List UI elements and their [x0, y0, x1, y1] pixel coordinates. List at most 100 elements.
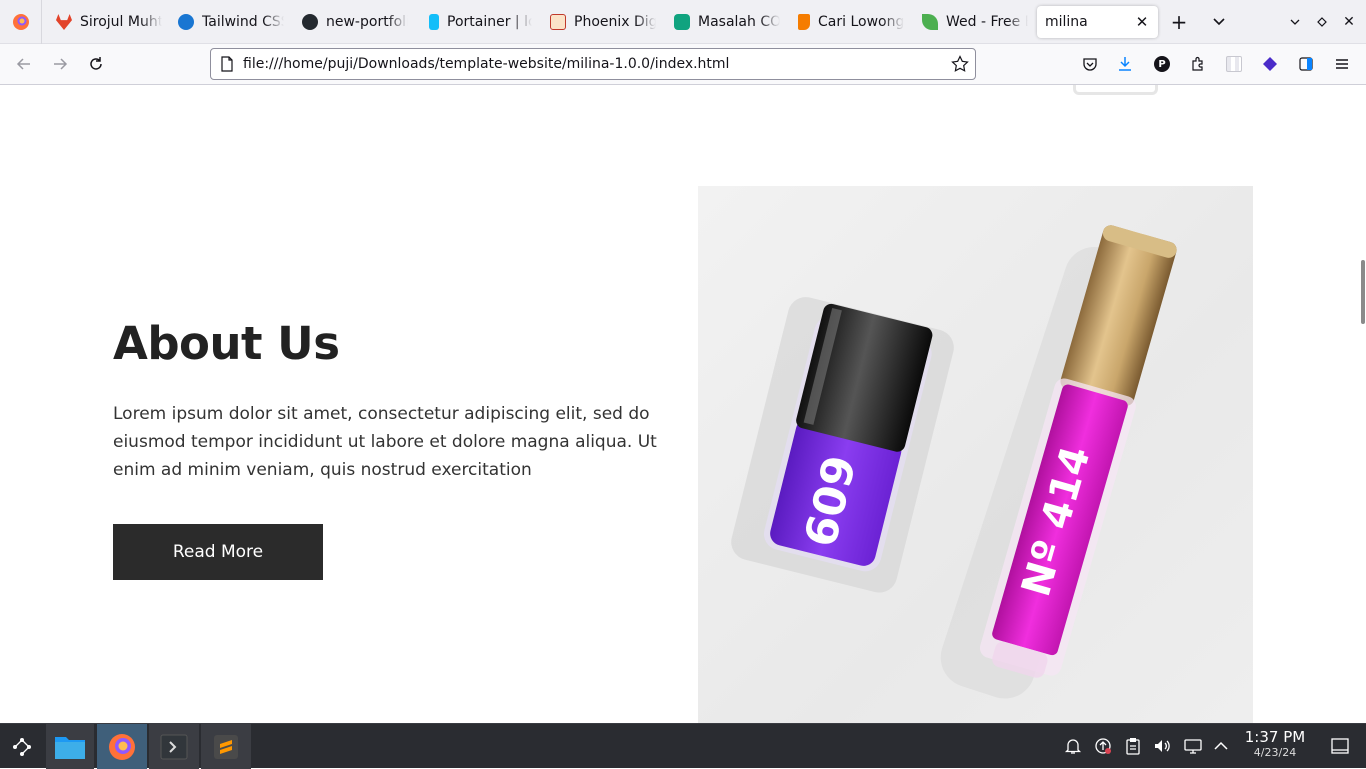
chatgpt-icon [674, 14, 690, 30]
scrollbar-thumb[interactable] [1361, 260, 1365, 324]
firefox-icon [109, 733, 135, 760]
extension-grid-button[interactable] [1222, 52, 1246, 76]
clipboard-tray[interactable] [1123, 736, 1143, 756]
tab-title: Cari Lowonga [818, 14, 904, 30]
navigation-bar: file:///home/puji/Downloads/template-web… [0, 44, 1366, 85]
back-arrow-icon [16, 58, 30, 70]
maximize-button[interactable] [1310, 10, 1334, 34]
pocket-button[interactable] [1078, 52, 1102, 76]
network-wired-icon [1184, 739, 1202, 754]
extensions-button[interactable] [1186, 52, 1210, 76]
show-desktop-button[interactable] [1330, 736, 1350, 756]
address-bar[interactable]: file:///home/puji/Downloads/template-web… [210, 48, 976, 80]
forward-arrow-icon [54, 58, 68, 70]
terminal-icon [160, 734, 188, 759]
browser-tab[interactable]: Phoenix Digit [542, 6, 656, 38]
minimize-icon [1290, 19, 1300, 25]
github-icon [302, 14, 318, 30]
page-viewport: About Us Lorem ipsum dolor sit amet, con… [0, 85, 1366, 723]
bell-icon [1064, 739, 1082, 754]
pocket-icon [1083, 58, 1097, 71]
browser-tab[interactable]: Tailwind CSS [170, 6, 284, 38]
browser-tab[interactable]: Masalah COR [666, 6, 780, 38]
update-icon [1095, 738, 1111, 754]
cosmetics-photo: 609 Nº 414 [731, 225, 1177, 699]
puzzle-icon [1192, 56, 1203, 71]
header-element-edge [1073, 85, 1158, 95]
profile-extension-button[interactable]: P [1150, 52, 1174, 76]
about-description: Lorem ipsum dolor sit amet, consectetur … [113, 404, 657, 480]
volume-icon [1155, 740, 1170, 752]
tab-bar: Sirojul Muhtar Tailwind CSS new-portfoli… [0, 0, 1366, 44]
updates-tray[interactable] [1093, 736, 1113, 756]
tab-title: milina [1045, 14, 1088, 30]
tab-title: new-portfolio [326, 14, 408, 30]
bookmark-star-icon[interactable] [951, 55, 969, 73]
folder-icon [55, 736, 85, 759]
maximize-icon [1317, 17, 1327, 27]
about-image: 609 Nº 414 [698, 186, 1253, 723]
download-icon [1119, 57, 1131, 71]
clipboard-icon [1126, 738, 1140, 755]
chevron-up-icon [1214, 741, 1228, 750]
forward-button[interactable] [48, 52, 72, 76]
sidebar-button[interactable] [1294, 52, 1318, 76]
plus-icon: + [1170, 10, 1188, 34]
clock-date: 4/23/24 [1253, 746, 1297, 759]
diamond-icon [1263, 57, 1277, 71]
extension-diamond-button[interactable] [1258, 52, 1282, 76]
grid-icon [1226, 56, 1242, 72]
sublime-text-icon [214, 734, 238, 759]
launcher-icon [13, 737, 31, 756]
url-text[interactable]: file:///home/puji/Downloads/template-web… [243, 56, 951, 72]
desktop-icon [1331, 738, 1349, 754]
show-hidden-icons-button[interactable] [1211, 736, 1231, 756]
browser-tab[interactable]: Portainer | lo [418, 6, 532, 38]
browser-tab[interactable]: new-portfolio [294, 6, 408, 38]
clock-time: 1:37 PM [1244, 728, 1306, 746]
close-icon: ✕ [1343, 14, 1355, 30]
tab-title: Sirojul Muhtar [80, 14, 162, 30]
notifications-tray[interactable] [1063, 736, 1083, 756]
chevron-down-icon [1213, 18, 1225, 26]
taskbar-terminal[interactable] [149, 724, 199, 769]
network-tray[interactable] [1183, 736, 1203, 756]
browser-tab[interactable]: Sirojul Muhtar [48, 6, 162, 38]
browser-tab[interactable]: Wed - Free B [914, 6, 1028, 38]
about-title: About Us [113, 317, 340, 370]
minimize-button[interactable] [1283, 10, 1307, 34]
volume-tray[interactable] [1152, 736, 1172, 756]
list-all-tabs-button[interactable] [1207, 10, 1231, 34]
taskbar: 1:37 PM 4/23/24 [0, 723, 1366, 769]
app-launcher-button[interactable] [0, 724, 44, 769]
new-tab-button[interactable]: + [1167, 10, 1191, 34]
firefox-view-button[interactable] [0, 0, 42, 44]
hamburger-menu-icon [1336, 59, 1348, 69]
firefox-icon [12, 14, 29, 30]
taskbar-file-manager[interactable] [46, 724, 94, 769]
job-search-icon [798, 14, 810, 30]
downloads-button[interactable] [1113, 52, 1137, 76]
browser-tab[interactable]: Cari Lowonga [790, 6, 904, 38]
clock[interactable]: 1:37 PM 4/23/24 [1240, 728, 1310, 760]
close-tab-icon[interactable]: ✕ [1132, 13, 1152, 31]
sidebar-icon [1299, 57, 1313, 71]
reload-button[interactable] [84, 52, 108, 76]
page-icon [221, 56, 233, 72]
close-window-button[interactable]: ✕ [1337, 10, 1361, 34]
read-more-button[interactable]: Read More [113, 524, 323, 580]
taskbar-sublime-text[interactable] [201, 724, 251, 769]
page-scrollbar[interactable] [1358, 85, 1366, 723]
tab-title: Phoenix Digit [574, 14, 656, 30]
portainer-icon [429, 14, 439, 30]
tailwind-icon [178, 14, 194, 30]
leaf-icon [922, 14, 938, 30]
browser-tab-active[interactable]: milina ✕ [1037, 6, 1158, 38]
back-button[interactable] [12, 52, 36, 76]
tab-title: Wed - Free B [946, 14, 1028, 30]
taskbar-firefox[interactable] [97, 724, 147, 769]
phoenix-icon [550, 14, 566, 30]
app-menu-button[interactable] [1330, 52, 1354, 76]
gitlab-icon [56, 14, 72, 30]
reload-icon [90, 57, 102, 70]
